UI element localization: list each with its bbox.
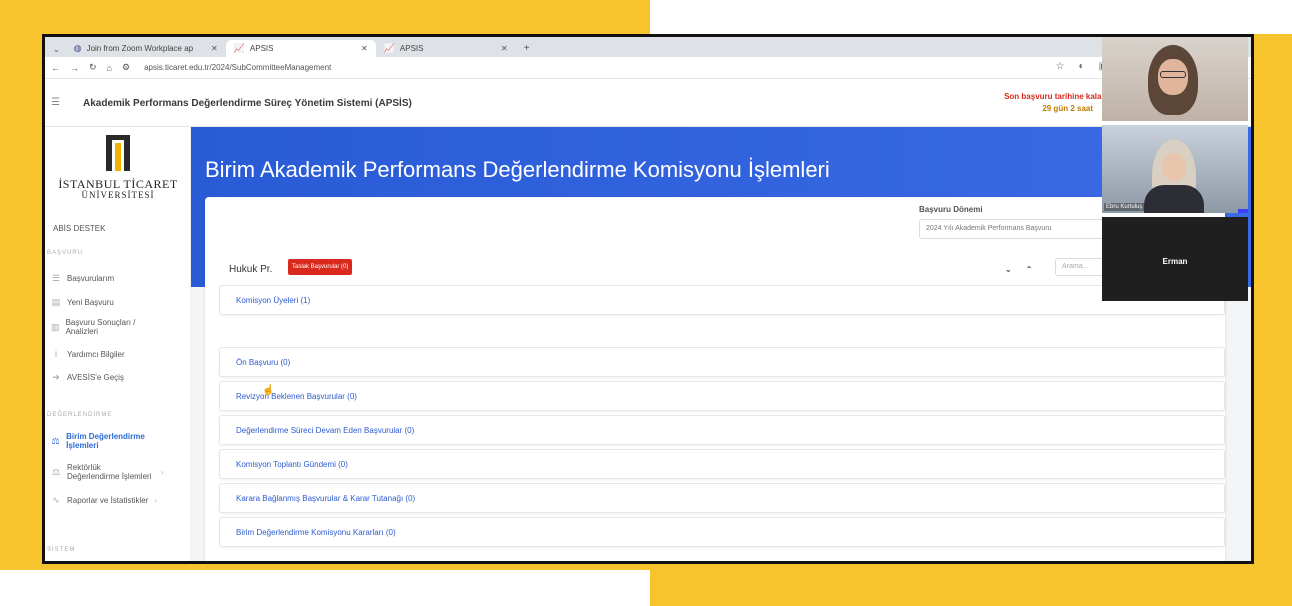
- participant-name-label: Ebru Kurtuluş: [1104, 203, 1145, 211]
- draft-applications-badge[interactable]: Taslak Başvurular (0): [288, 259, 353, 275]
- chevron-up-icon[interactable]: ⌃: [1026, 265, 1033, 274]
- app-header: ☰ Akademik Performans Değerlendirme Süre…: [45, 79, 1251, 127]
- browser-tab-zoom[interactable]: ◍ Join from Zoom Workplace ap ✕: [66, 40, 226, 57]
- menu-icon[interactable]: ☰: [51, 97, 60, 108]
- accordion-on-basvuru[interactable]: Ön Başvuru (0): [219, 347, 1225, 377]
- sidebar-item-yardimci-bilgiler[interactable]: ⅰ Yardımcı Bilgiler: [45, 349, 191, 360]
- mouse-cursor-icon: ☝: [262, 385, 275, 396]
- accordion-revizyon[interactable]: Revizyon Beklenen Başvurular (0): [219, 381, 1225, 411]
- site-info-icon[interactable]: ⚙: [122, 62, 130, 73]
- tab-search-icon[interactable]: ⌄: [51, 45, 66, 57]
- main-content: Birim Akademik Performans Değerlendirme …: [191, 127, 1251, 561]
- unit-name: Hukuk Pr.: [229, 264, 273, 275]
- sidebar-item-raporlar[interactable]: ∿ Raporlar ve İstatistikler ›: [45, 495, 191, 506]
- deadline-notice: Son başvuru tarihine kalan s 29 gün 2 sa…: [953, 91, 1113, 115]
- scale-icon: ⚖: [51, 466, 61, 477]
- video-tile-participant-3[interactable]: Erman: [1102, 217, 1248, 301]
- chevron-down-icon[interactable]: ⌄: [1005, 265, 1012, 274]
- close-icon[interactable]: ✕: [211, 44, 218, 53]
- close-icon[interactable]: ✕: [361, 44, 368, 53]
- chart-icon: 📈: [383, 43, 395, 53]
- scale-icon: ⚖: [51, 435, 60, 446]
- sidebar: İSTANBUL TİCARET ÜNİVERSİTESİ ABİS DESTE…: [45, 127, 191, 561]
- active-speaker-indicator: [1238, 209, 1248, 213]
- participant-name-label: Erman: [1162, 257, 1188, 266]
- info-icon: ⅰ: [54, 349, 58, 359]
- tab-label: APSIS: [249, 44, 274, 53]
- support-link[interactable]: ABİS DESTEK: [53, 224, 105, 233]
- browser-tab-apsis[interactable]: 📈 APSIS ✕: [376, 40, 516, 57]
- new-tab-button[interactable]: +: [516, 43, 538, 57]
- content-card: Başvuru Dönemi 2024 Yılı Akademik Perfor…: [205, 197, 1225, 561]
- accordion-komisyon-uyeleri[interactable]: Komisyon Üyeleri (1): [219, 285, 1225, 315]
- pulse-icon: ∿: [52, 495, 60, 505]
- tab-label: APSIS: [399, 44, 424, 53]
- chevron-right-icon: ›: [161, 467, 164, 477]
- reload-icon[interactable]: ↻: [89, 62, 97, 73]
- period-label: Başvuru Dönemi: [919, 205, 983, 214]
- browser-tab-apsis-active[interactable]: 📈 APSIS ✕: [225, 40, 376, 57]
- sidebar-item-birim-degerlendirme[interactable]: ⚖ Birim Değerlendirme İşlemleri: [45, 432, 175, 450]
- sidebar-item-avesis[interactable]: ➜ AVESİS'e Geçiş: [45, 372, 191, 383]
- section-label-basvuru: BAŞVURU: [47, 250, 84, 256]
- home-icon[interactable]: ⌂: [107, 63, 112, 73]
- back-icon[interactable]: ←: [51, 63, 60, 73]
- accordion-komisyon-kararlari[interactable]: Birim Değerlendirme Komisyonu Kararları …: [219, 517, 1225, 547]
- sidebar-item-yeni-basvuru[interactable]: ▤ Yeni Başvuru: [45, 297, 191, 308]
- deadline-countdown: 29 gün 2 saat: [1042, 104, 1093, 113]
- document-icon: ▤: [51, 297, 61, 307]
- section-label-degerlendirme: DEĞERLENDİRME: [47, 412, 113, 418]
- browser-tab-bar: ⌄ ◍ Join from Zoom Workplace ap ✕ 📈 APSI…: [45, 37, 1251, 57]
- url-field[interactable]: apsis.ticaret.edu.tr/2024/SubCommitteeMa…: [144, 63, 331, 72]
- close-icon[interactable]: ✕: [501, 44, 508, 53]
- chevron-right-icon: ›: [154, 496, 158, 505]
- sidebar-item-basvurularim[interactable]: ☰ Başvurularım: [45, 273, 191, 284]
- university-logo-icon: [106, 135, 130, 171]
- sidebar-item-rektorluk[interactable]: ⚖ Rektörlük Değerlendirme İşlemleri ›: [45, 463, 191, 481]
- chart-icon: 📈: [233, 43, 245, 53]
- star-icon[interactable]: ☆: [1056, 61, 1065, 72]
- section-label-sistem: SİSTEM: [47, 547, 76, 553]
- tab-label: Join from Zoom Workplace ap: [86, 44, 194, 53]
- accordion-toplanti-gundemi[interactable]: Komisyon Toplantı Gündemi (0): [219, 449, 1225, 479]
- arrow-icon: ➜: [52, 372, 60, 382]
- address-bar: ← → ↻ ⌂ ⚙ apsis.ticaret.edu.tr/2024/SubC…: [45, 57, 1251, 79]
- screen-frame: ⌄ ◍ Join from Zoom Workplace ap ✕ 📈 APSI…: [42, 34, 1254, 564]
- app-title: Akademik Performans Değerlendirme Süreç …: [83, 98, 412, 109]
- collapse-controls: ⌄ ⌃: [1005, 265, 1032, 274]
- page-title: Birim Akademik Performans Değerlendirme …: [205, 157, 830, 182]
- accordion-degerlendirme-sureci[interactable]: Değerlendirme Süreci Devam Eden Başvurul…: [219, 415, 1225, 445]
- chart-doc-icon: ▥: [51, 321, 60, 332]
- logo-text-line2: ÜNİVERSİTESİ: [81, 190, 155, 200]
- forward-icon[interactable]: →: [70, 63, 79, 73]
- accordion-karara-baglanmis[interactable]: Karara Bağlanmış Başvurular & Karar Tuta…: [219, 483, 1225, 513]
- video-tile-participant-2[interactable]: Ebru Kurtuluş: [1102, 125, 1248, 213]
- globe-icon: ◍: [73, 43, 82, 53]
- video-tile-participant-1[interactable]: [1102, 37, 1248, 121]
- extension-icon[interactable]: ◐: [1079, 61, 1085, 72]
- sidebar-item-basvuru-sonuclari[interactable]: ▥ Başvuru Sonuçları / Analizleri: [45, 318, 163, 336]
- list-icon: ☰: [51, 273, 61, 283]
- deadline-label: Son başvuru tarihine kalan s: [1004, 92, 1113, 101]
